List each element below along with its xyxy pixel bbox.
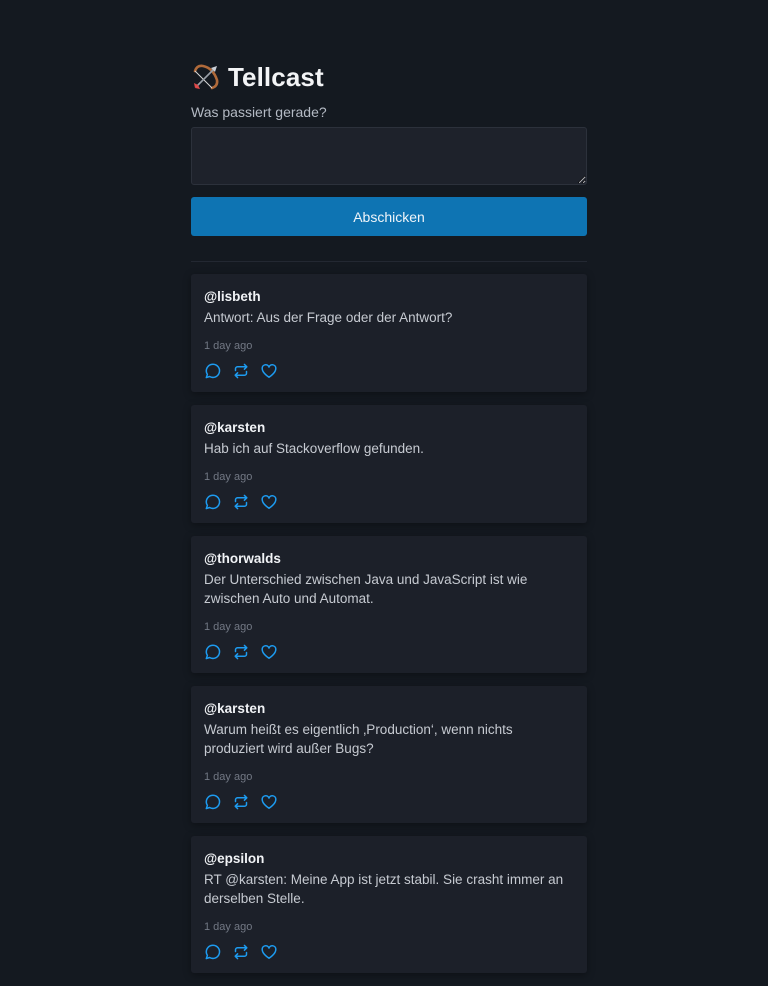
comment-icon[interactable] xyxy=(204,493,222,511)
post-content: Antwort: Aus der Frage oder der Antwort? xyxy=(204,310,453,325)
retweet-icon[interactable] xyxy=(232,493,250,511)
post-author[interactable]: @lisbeth xyxy=(204,289,575,305)
post-author[interactable]: @karsten xyxy=(204,420,575,436)
bow-and-arrow-icon xyxy=(191,62,221,92)
post-author[interactable]: @epsilon xyxy=(204,851,575,867)
heart-icon[interactable] xyxy=(260,943,278,961)
post-card: @karsten Hab ich auf Stackoverflow gefun… xyxy=(191,405,587,523)
post-card: @karsten Warum heißt es eigentlich ‚Prod… xyxy=(191,686,587,823)
post-actions xyxy=(204,362,575,380)
heart-icon[interactable] xyxy=(260,362,278,380)
app-title: Tellcast xyxy=(228,61,324,92)
divider xyxy=(191,261,587,262)
post-author[interactable]: @karsten xyxy=(204,701,575,717)
comment-icon[interactable] xyxy=(204,943,222,961)
retweet-icon[interactable] xyxy=(232,793,250,811)
comment-icon[interactable] xyxy=(204,362,222,380)
retweet-icon[interactable] xyxy=(232,943,250,961)
post-card: @thorwalds Der Unterschied zwischen Java… xyxy=(191,536,587,673)
comment-icon[interactable] xyxy=(204,643,222,661)
post-content: Der Unterschied zwischen Java und JavaSc… xyxy=(204,572,528,606)
post-content: Warum heißt es eigentlich ‚Production‘, … xyxy=(204,722,513,756)
post-timestamp: 1 day ago xyxy=(204,921,253,933)
post-actions xyxy=(204,643,575,661)
retweet-icon[interactable] xyxy=(232,362,250,380)
post-author[interactable]: @thorwalds xyxy=(204,551,575,567)
post-actions xyxy=(204,493,575,511)
post-timestamp: 1 day ago xyxy=(204,340,253,352)
comment-icon[interactable] xyxy=(204,793,222,811)
composer-label: Was passiert gerade? xyxy=(191,104,327,120)
brand-header: Tellcast xyxy=(191,59,324,95)
heart-icon[interactable] xyxy=(260,643,278,661)
heart-icon[interactable] xyxy=(260,793,278,811)
post-content: Hab ich auf Stackoverflow gefunden. xyxy=(204,441,424,456)
heart-icon[interactable] xyxy=(260,493,278,511)
post-timestamp: 1 day ago xyxy=(204,621,253,633)
submit-button[interactable]: Abschicken xyxy=(191,197,587,236)
post-input[interactable] xyxy=(191,127,587,185)
post-actions xyxy=(204,943,575,961)
post-actions xyxy=(204,793,575,811)
post-feed: @lisbeth Antwort: Aus der Frage oder der… xyxy=(191,274,587,986)
post-card: @lisbeth Antwort: Aus der Frage oder der… xyxy=(191,274,587,392)
post-card: @epsilon RT @karsten: Meine App ist jetz… xyxy=(191,836,587,973)
post-content: RT @karsten: Meine App ist jetzt stabil.… xyxy=(204,872,564,906)
retweet-icon[interactable] xyxy=(232,643,250,661)
post-timestamp: 1 day ago xyxy=(204,471,253,483)
post-timestamp: 1 day ago xyxy=(204,771,253,783)
